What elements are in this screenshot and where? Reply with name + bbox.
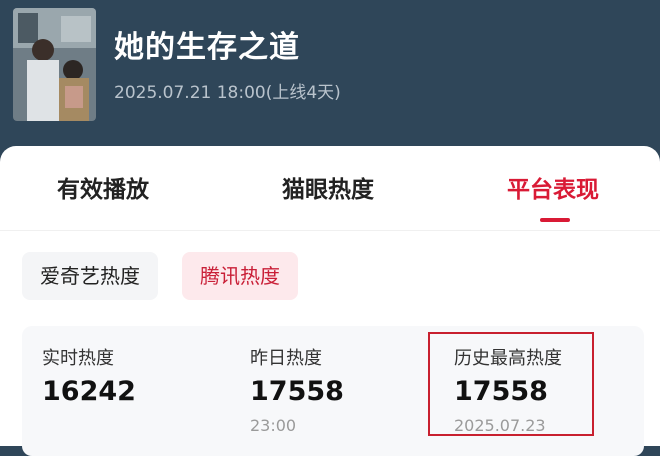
- tab-valid-plays[interactable]: 有效播放: [57, 170, 149, 204]
- tab-divider: [0, 230, 660, 231]
- realtime-heat-value: 16242: [42, 376, 136, 407]
- realtime-heat-label: 实时热度: [42, 348, 114, 369]
- show-title: 她的生存之道: [114, 30, 300, 65]
- chip-iqiyi-heat[interactable]: 爱奇艺热度: [22, 252, 158, 300]
- yesterday-heat-label: 昨日热度: [250, 348, 322, 369]
- stats-card: 有效播放 猫眼热度 平台表现 爱奇艺热度 腾讯热度 实时热度 16242 昨日热…: [0, 146, 660, 456]
- poster-image: [13, 8, 96, 121]
- show-poster[interactable]: [13, 8, 96, 121]
- tab-platform-performance[interactable]: 平台表现: [507, 170, 599, 204]
- chip-tencent-heat[interactable]: 腾讯热度: [182, 252, 298, 300]
- tab-maoyan-heat[interactable]: 猫眼热度: [282, 170, 374, 204]
- yesterday-heat-time: 23:00: [250, 416, 297, 435]
- active-tab-indicator: [540, 218, 570, 222]
- highlight-annotation-box: [428, 332, 594, 436]
- release-info: 2025.07.21 18:00(上线4天): [114, 83, 341, 103]
- show-header: 她的生存之道 2025.07.21 18:00(上线4天): [0, 0, 660, 150]
- yesterday-heat-value: 17558: [250, 376, 344, 407]
